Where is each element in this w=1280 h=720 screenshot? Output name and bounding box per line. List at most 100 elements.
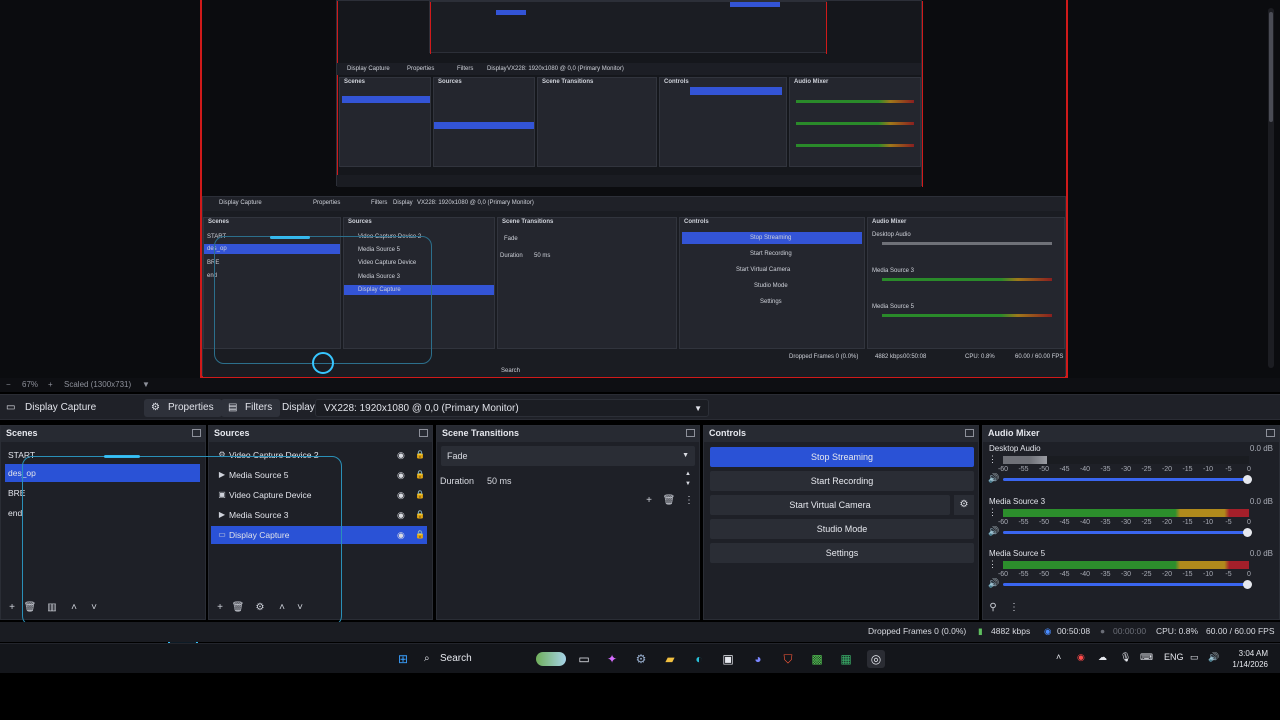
transitions-title: Scene Transitions — [437, 426, 699, 442]
add-scene-button[interactable]: + — [5, 601, 19, 615]
language-indicator[interactable]: ENG — [1164, 652, 1184, 662]
source-item[interactable]: ▶ Media Source 3 ◉ 🔒 — [211, 506, 427, 524]
source-item[interactable]: ▶ Media Source 5 ◉ 🔒 — [211, 466, 427, 484]
meter-tick-label: -45 — [1059, 466, 1070, 473]
eye-icon[interactable]: ◉ — [397, 526, 405, 544]
move-up-icon[interactable]: ˄ — [67, 601, 81, 615]
stepper-icon[interactable]: ▲ ▼ — [685, 469, 691, 489]
microphone-icon[interactable]: 🎙 — [1120, 652, 1131, 663]
more-options-icon[interactable]: ⋮ — [682, 494, 696, 508]
mixer-menu-icon[interactable]: ⋮ — [1007, 601, 1021, 615]
studio-mode-button[interactable]: Studio Mode — [710, 519, 974, 539]
task-view-icon[interactable]: ▭ — [575, 650, 593, 668]
remove-source-button[interactable]: 🗑 — [231, 601, 245, 615]
obs-icon[interactable]: ◎ — [867, 650, 885, 668]
move-down-icon[interactable]: ˅ — [87, 601, 101, 615]
preview-scale-bar: − 67% + Scaled (1300x731) ▼ — [0, 378, 1280, 392]
filters-button[interactable]: ▤ Filters — [221, 399, 281, 417]
lock-icon[interactable]: 🔒 — [415, 446, 425, 464]
mute-volume-icon[interactable]: 🔊 — [988, 526, 999, 537]
scene-item-end[interactable]: end — [5, 504, 200, 522]
stop-streaming-button[interactable]: Stop Streaming — [710, 447, 974, 467]
volume-slider-handle[interactable] — [1243, 475, 1252, 484]
settings-button[interactable]: Settings — [710, 543, 974, 563]
scene-item-start[interactable]: START — [5, 446, 200, 464]
mute-volume-icon[interactable]: 🔊 — [988, 578, 999, 589]
channel-menu-icon[interactable]: ⋮ — [988, 507, 997, 518]
source-item[interactable]: ⚙ Video Capture Device 2 ◉ 🔒 — [211, 446, 427, 464]
discord-icon[interactable]: ◕ — [749, 650, 767, 668]
undock-icon[interactable] — [1266, 429, 1275, 437]
taskbar-search[interactable]: ⌕ Search — [420, 649, 570, 669]
eye-icon[interactable]: ◉ — [397, 506, 405, 524]
scene-item-des-op[interactable]: des_op — [5, 464, 200, 482]
lock-icon[interactable]: 🔒 — [415, 506, 425, 524]
lock-icon[interactable]: 🔒 — [415, 486, 425, 504]
eye-icon[interactable]: ◉ — [397, 446, 405, 464]
transition-select[interactable]: Fade ▼ — [441, 446, 695, 466]
start-virtual-camera-button[interactable]: Start Virtual Camera — [710, 495, 950, 515]
volume-slider[interactable] — [1003, 580, 1252, 589]
move-down-icon[interactable]: ˅ — [293, 601, 307, 615]
meter-tick-label: -35 — [1100, 519, 1111, 526]
tray-app-icon-2[interactable]: ☁ — [1098, 652, 1107, 663]
properties-button[interactable]: ⚙ Properties — [144, 399, 222, 417]
store-icon[interactable]: ▣ — [719, 650, 737, 668]
lock-icon[interactable]: 🔒 — [415, 466, 425, 484]
undock-icon[interactable] — [192, 429, 201, 437]
gear-icon[interactable]: ⚙ — [253, 601, 267, 615]
undock-icon[interactable] — [419, 429, 428, 437]
mute-volume-icon[interactable]: 🔊 — [988, 473, 999, 484]
move-up-icon[interactable]: ˄ — [275, 601, 289, 615]
copilot-icon[interactable]: ✦ — [603, 650, 621, 668]
eye-icon[interactable]: ◉ — [397, 486, 405, 504]
tray-chevron-icon[interactable]: ˄ — [1056, 652, 1061, 662]
calculator-icon[interactable]: ▦ — [837, 650, 855, 668]
volume-slider[interactable] — [1003, 528, 1252, 537]
keyboard-icon[interactable]: ⌨ — [1140, 652, 1153, 663]
channel-menu-icon[interactable]: ⋮ — [988, 454, 997, 465]
zoom-plus-icon[interactable]: + — [48, 380, 53, 389]
remove-transition-button[interactable]: 🗑 — [662, 494, 676, 508]
undock-icon[interactable] — [686, 429, 695, 437]
volume-slider-handle[interactable] — [1243, 528, 1252, 537]
volume-icon[interactable]: 🔊 — [1208, 652, 1219, 663]
volume-slider-handle[interactable] — [1243, 580, 1252, 589]
undock-icon[interactable] — [965, 429, 974, 437]
preview-canvas[interactable]: Display Capture Properties Filters Displ… — [0, 0, 1280, 378]
tray-app-icon[interactable]: ◉ — [1077, 652, 1085, 663]
source-item-selected[interactable]: ▭ Display Capture ◉ 🔒 — [211, 526, 427, 544]
channel-menu-icon[interactable]: ⋮ — [988, 559, 997, 570]
preview-scrollbar[interactable] — [1268, 8, 1274, 368]
eye-icon[interactable]: ◉ — [397, 466, 405, 484]
taskbar-clock[interactable]: 3:04 AM 1/14/2026 — [1232, 648, 1268, 670]
remove-scene-button[interactable]: 🗑 — [23, 601, 37, 615]
meter-tick-label: -15 — [1182, 519, 1193, 526]
edge-icon[interactable]: ◐ — [690, 650, 708, 668]
meter-tick-label: -50 — [1038, 466, 1050, 473]
windows-start-icon[interactable]: ⊞ — [394, 650, 412, 668]
add-transition-button[interactable]: + — [642, 494, 656, 508]
lock-icon[interactable]: 🔒 — [415, 526, 425, 544]
minecraft-icon[interactable]: ▩ — [808, 650, 826, 668]
scene-filters-button[interactable]: ▥ — [45, 601, 59, 615]
scale-dropdown-icon[interactable]: ▼ — [142, 380, 150, 389]
zoom-minus-icon[interactable]: − — [6, 380, 11, 389]
mixer-channel-name: Media Source 5 — [989, 549, 1046, 558]
play-icon: ▶ — [218, 510, 226, 519]
file-explorer-icon[interactable]: ▰ — [661, 650, 679, 668]
volume-slider[interactable] — [1003, 475, 1252, 484]
duration-input[interactable]: 50 ms ▲ ▼ — [483, 471, 695, 491]
network-icon[interactable]: ▭ — [1190, 652, 1199, 663]
source-item[interactable]: ▣ Video Capture Device ◉ 🔒 — [211, 486, 427, 504]
display-select[interactable]: VX228: 1920x1080 @ 0,0 (Primary Monitor)… — [315, 399, 709, 417]
scene-item-bre[interactable]: BRE — [5, 484, 200, 502]
settings-app-icon[interactable]: ⚙ — [632, 650, 650, 668]
virtual-camera-gear-icon[interactable]: ⚙ — [954, 495, 974, 515]
add-source-button[interactable]: + — [213, 601, 227, 615]
start-recording-button[interactable]: Start Recording — [710, 471, 974, 491]
meter-tick-label: -45 — [1059, 519, 1070, 526]
mixer-link-icon[interactable]: ⚲ — [986, 601, 1000, 615]
brave-icon[interactable]: ⛉ — [779, 650, 797, 668]
monitor-icon: ▭ — [6, 402, 16, 413]
